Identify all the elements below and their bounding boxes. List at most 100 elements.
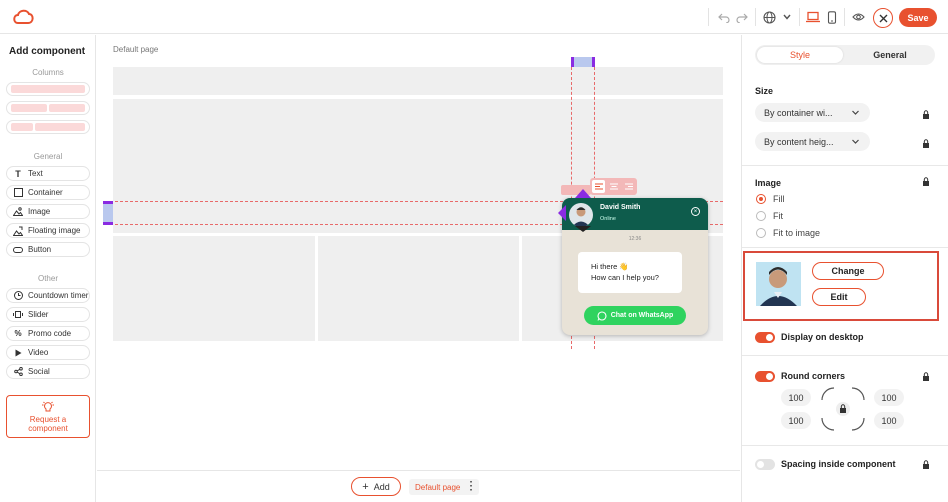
chevron-down-icon [852,110,859,115]
align-right-icon[interactable] [622,180,635,193]
editor-canvas[interactable]: Default page David Smith Online × 12:36 [97,35,740,470]
resize-handle-left[interactable] [103,201,113,225]
corner-bottom-right-input[interactable]: 100 [874,412,904,429]
divider [742,247,948,248]
lock-icon[interactable] [922,372,930,381]
section-label-general: General [33,152,63,161]
component-button[interactable]: Button [6,242,90,257]
component-video[interactable]: Video [6,345,90,360]
mobile-icon[interactable] [824,9,840,25]
corner-bottom-left-input[interactable]: 100 [781,412,811,429]
align-center-icon[interactable] [607,180,620,193]
display-desktop-toggle[interactable] [755,332,775,343]
logo-icon[interactable] [12,8,34,26]
message-time: 12:36 [628,236,642,242]
lock-icon[interactable] [922,139,930,148]
edit-image-button[interactable]: Edit [812,288,866,306]
image-thumbnail[interactable] [756,262,801,306]
desktop-icon[interactable] [805,9,821,25]
radio-fill[interactable]: Fill [756,194,785,204]
message-bubble: Hi there 👋 How can I help you? [578,252,682,293]
section-label-columns: Columns [32,68,64,77]
divider [742,165,948,166]
component-container[interactable]: Container [6,185,90,200]
component-slider[interactable]: Slider [6,307,90,322]
chat-on-whatsapp-button[interactable]: Chat on WhatsApp [584,306,686,325]
floating-image-icon [13,226,23,236]
container-icon [13,188,23,197]
redo-icon[interactable] [734,9,750,25]
round-corners-toggle[interactable] [755,371,775,382]
divider [755,8,756,26]
play-icon [13,349,23,357]
divider [708,8,709,26]
tab-style[interactable]: Style [757,47,843,63]
change-image-button[interactable]: Change [812,262,884,280]
size-title: Size [755,86,774,96]
lock-icon[interactable] [922,460,930,469]
whatsapp-icon [597,310,607,321]
image-title: Image [755,178,782,188]
close-icon[interactable] [873,8,893,28]
panel-tabs: Style General [755,45,935,65]
component-countdown-timer[interactable]: Countdown timer [6,288,90,303]
width-select[interactable]: By container wi... [755,103,870,122]
whatsapp-chat-widget[interactable]: David Smith Online × 12:36 Hi there 👋 Ho… [562,198,708,335]
globe-icon[interactable] [761,9,777,25]
radio-fit-to-image[interactable]: Fit to image [756,228,820,238]
sidebar-title: Add component [9,46,86,57]
spacing-toggle[interactable] [755,459,775,470]
display-desktop-label: Display on desktop [781,332,864,342]
spacing-label: Spacing inside component [781,459,896,469]
align-left-icon[interactable] [592,180,605,193]
component-text[interactable]: T Text [6,166,90,181]
properties-panel: Style General Size By container wi... By… [741,35,948,502]
move-down-icon[interactable] [574,225,592,233]
timer-icon [13,291,23,300]
corner-top-left-input[interactable]: 100 [781,389,811,406]
corner-preview [821,387,865,431]
divider [844,8,845,26]
column-layout-1[interactable] [6,82,90,96]
component-social[interactable]: Social [6,364,90,379]
tab-general[interactable]: General [847,47,933,63]
chevron-down-icon[interactable] [779,9,795,25]
canvas-column-1[interactable] [113,236,315,341]
request-component-button[interactable]: Request a component [6,395,90,438]
radio-fit[interactable]: Fit [756,211,783,221]
lock-icon[interactable] [922,177,930,186]
page-selector[interactable]: Default page · · · [409,478,479,496]
more-vertical-icon[interactable]: · · · [470,478,473,496]
contact-status: Online [600,216,616,222]
eye-icon[interactable] [850,9,866,25]
percent-icon: % [14,329,22,338]
plus-icon: + [362,480,369,493]
save-button[interactable]: Save [899,8,937,27]
element-toolbar [590,178,637,195]
bottom-bar: + Add Default page · · · [97,470,740,502]
column-layout-2[interactable] [6,101,90,115]
divider [742,355,948,356]
add-page-button[interactable]: + Add [351,477,401,496]
divider [799,8,800,26]
component-image[interactable]: Image [6,204,90,219]
component-sidebar: Add component Columns General T Text Con… [0,35,96,502]
canvas-row-header[interactable] [113,67,723,95]
component-floating-image[interactable]: Floating image [6,223,90,238]
slider-icon [13,311,23,318]
corner-top-right-input[interactable]: 100 [874,389,904,406]
move-up-icon[interactable] [573,187,593,199]
section-label-other: Other [37,274,58,283]
height-select[interactable]: By content heig... [755,132,870,151]
undo-icon[interactable] [716,9,732,25]
lock-icon[interactable] [922,110,930,119]
canvas-page-label: Default page [113,45,159,54]
close-icon[interactable]: × [691,207,700,216]
move-left-icon[interactable] [557,204,567,222]
round-corners-label: Round corners [781,371,846,381]
text-icon: T [15,168,21,179]
canvas-column-2[interactable] [318,236,519,341]
component-promo-code[interactable]: % Promo code [6,326,90,341]
resize-handle-top[interactable] [571,57,595,67]
column-layout-3[interactable] [6,120,90,134]
